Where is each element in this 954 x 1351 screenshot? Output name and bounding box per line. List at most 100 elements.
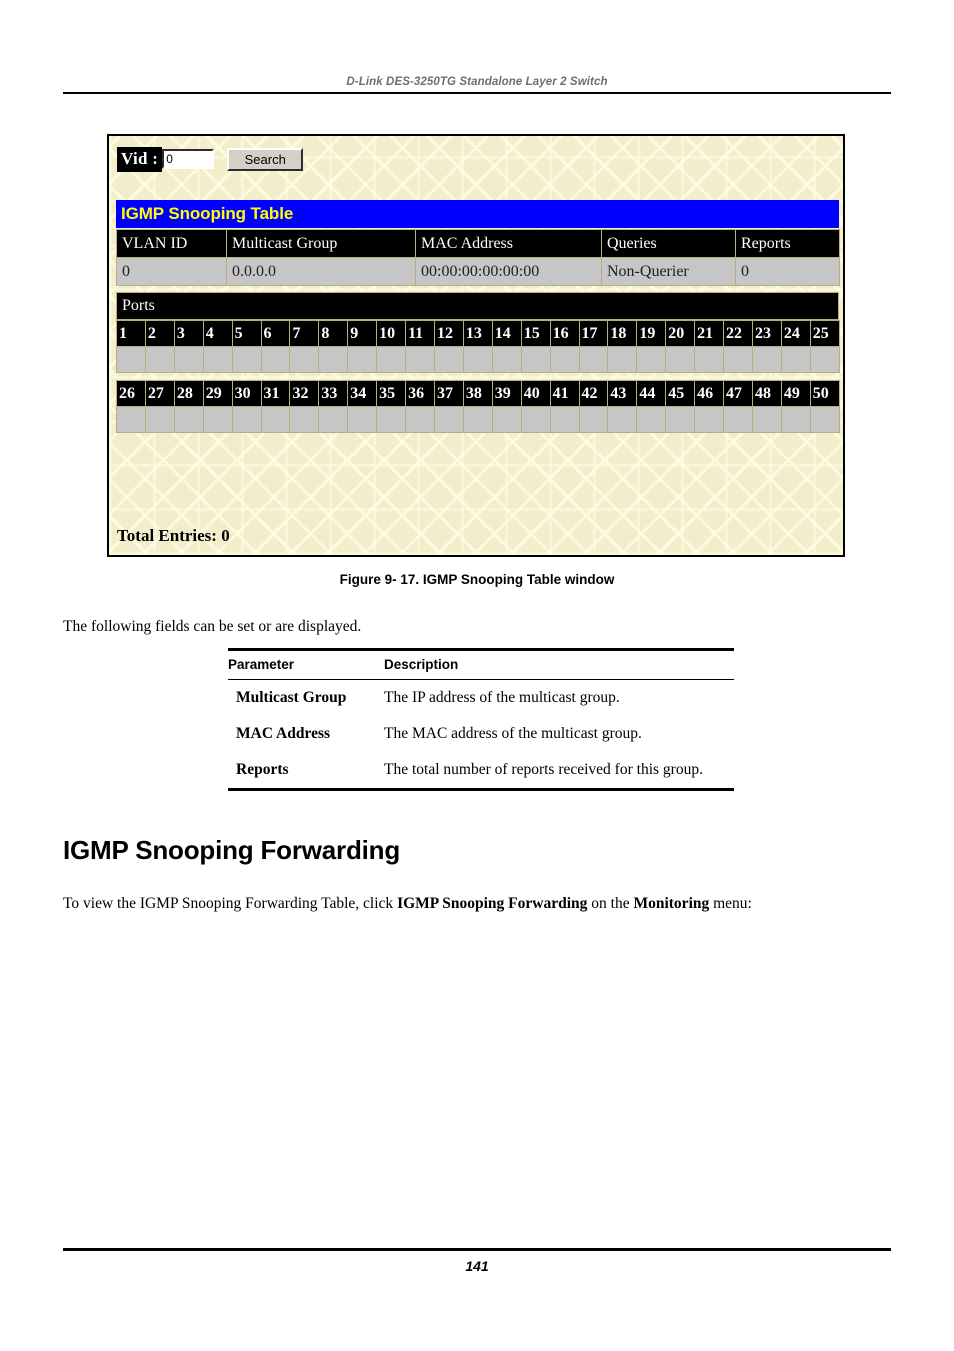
cell-vlan-id: 0 [116,257,227,286]
port-number-cell: 5 [231,320,262,347]
table-row: 0 0.0.0.0 00:00:00:00:00:00 Non-Querier … [116,257,840,286]
column-header-queries: Queries [601,229,736,258]
port-state-cell [780,346,811,373]
port-state-cell [578,406,609,433]
vid-label: Vid : [117,146,163,172]
vid-input[interactable] [162,149,215,169]
port-number-cell: 1 [116,320,146,347]
total-entries-label: Total Entries: 0 [117,526,230,545]
port-state-cell [462,406,493,433]
igmp-snooping-table-window: Vid : Search IGMP Snooping Table VLAN ID… [107,134,845,557]
port-state-cell [433,406,464,433]
port-number-cell: 21 [694,320,725,347]
parameter-name-reports: Reports [228,752,384,791]
port-state-cell [751,406,782,433]
parameter-description-reports: The total number of reports received for… [384,752,734,791]
column-header-multicast-group: Multicast Group [226,229,416,258]
port-number-cell: 40 [520,380,551,407]
port-state-cell [520,346,551,373]
port-number-cell: 42 [578,380,609,407]
port-number-cell: 16 [549,320,580,347]
column-header-reports: Reports [735,229,840,258]
port-state-cell [607,346,638,373]
port-number-cell: 8 [318,320,349,347]
port-state-cell [751,346,782,373]
paragraph-text-part-3: menu: [709,894,752,912]
port-state-cell [723,346,753,373]
port-state-cell [289,346,320,373]
cell-reports: 0 [735,257,840,286]
port-state-cell [116,406,146,433]
port-state-cell [549,406,580,433]
port-state-cell [260,346,291,373]
port-number-cell: 14 [491,320,522,347]
port-state-row-1 [116,346,841,373]
port-number-cell: 26 [116,380,146,407]
search-button[interactable]: Search [227,147,304,171]
port-state-cell [723,406,753,433]
port-number-cell: 6 [260,320,291,347]
column-header-vlan-id: VLAN ID [116,229,227,258]
table-row: MAC Address The MAC address of the multi… [228,716,734,752]
port-state-cell [231,346,262,373]
port-state-cell [780,406,811,433]
port-state-cell [636,406,667,433]
port-number-cell: 31 [260,380,291,407]
port-number-cell: 39 [491,380,522,407]
port-state-cell [578,346,609,373]
port-state-cell [173,346,204,373]
parameter-description-mac-address: The MAC address of the multicast group. [384,725,642,742]
port-number-cell: 47 [723,380,753,407]
port-state-cell [636,346,667,373]
port-state-cell [809,406,841,433]
port-number-cell: 24 [780,320,811,347]
port-number-cell: 36 [405,380,435,407]
ports-section: Ports 1 2 3 4 5 6 7 8 9 10 11 12 13 14 15 16 17 18 19 20 21 2… [116,292,841,433]
port-state-cell [144,346,175,373]
port-state-cell [318,346,349,373]
port-number-cell: 22 [723,320,753,347]
port-state-cell [549,346,580,373]
port-state-cell [116,346,146,373]
port-state-cell [173,406,204,433]
port-number-cell: 46 [694,380,725,407]
ports-label: Ports [116,292,839,320]
port-state-cell [376,406,407,433]
port-state-cell [144,406,175,433]
port-state-cell [809,346,841,373]
port-state-cell [289,406,320,433]
port-number-cell: 28 [173,380,204,407]
port-number-cell: 2 [144,320,175,347]
footer-divider [63,1248,891,1251]
port-number-cell: 37 [433,380,464,407]
page-header-title: D-Link DES-3250TG Standalone Layer 2 Swi… [346,76,608,88]
port-number-cell: 27 [144,380,175,407]
port-state-cell [694,346,725,373]
port-number-cell: 49 [780,380,811,407]
port-state-cell [520,406,551,433]
port-state-cell [202,406,233,433]
port-state-cell [405,346,435,373]
port-state-cell [347,346,378,373]
port-state-cell [318,406,349,433]
port-number-row-1: 1 2 3 4 5 6 7 8 9 10 11 12 13 14 15 16 17 18 19 20 21 22 23 24 2… [116,320,841,347]
port-number-cell: 3 [173,320,204,347]
port-number-cell: 50 [809,380,841,407]
page-number: 141 [465,1258,489,1274]
ports-grid-row-1: 1 2 3 4 5 6 7 8 9 10 11 12 13 14 15 16 17 18 19 20 21 22 23 24 2… [116,320,841,373]
parameter-column-header: Parameter [228,648,384,680]
port-state-cell [376,346,407,373]
parameter-name-mac-address: MAC Address [236,725,331,742]
port-number-cell: 19 [636,320,667,347]
port-number-row-2: 26 27 28 29 30 31 32 33 34 35 36 37 38 39 40 41 42 43 44 45… [116,380,841,407]
port-state-cell [694,406,725,433]
port-state-cell [260,406,291,433]
port-number-cell: 38 [462,380,493,407]
table-header-row: VLAN ID Multicast Group MAC Address Quer… [116,229,840,258]
section-paragraph: To view the IGMP Snooping Forwarding Tab… [63,895,891,913]
port-number-cell: 15 [520,320,551,347]
port-number-cell: 13 [462,320,493,347]
port-number-cell: 32 [289,380,320,407]
port-state-cell [607,406,638,433]
paragraph-bold-monitoring: Monitoring [633,894,710,912]
